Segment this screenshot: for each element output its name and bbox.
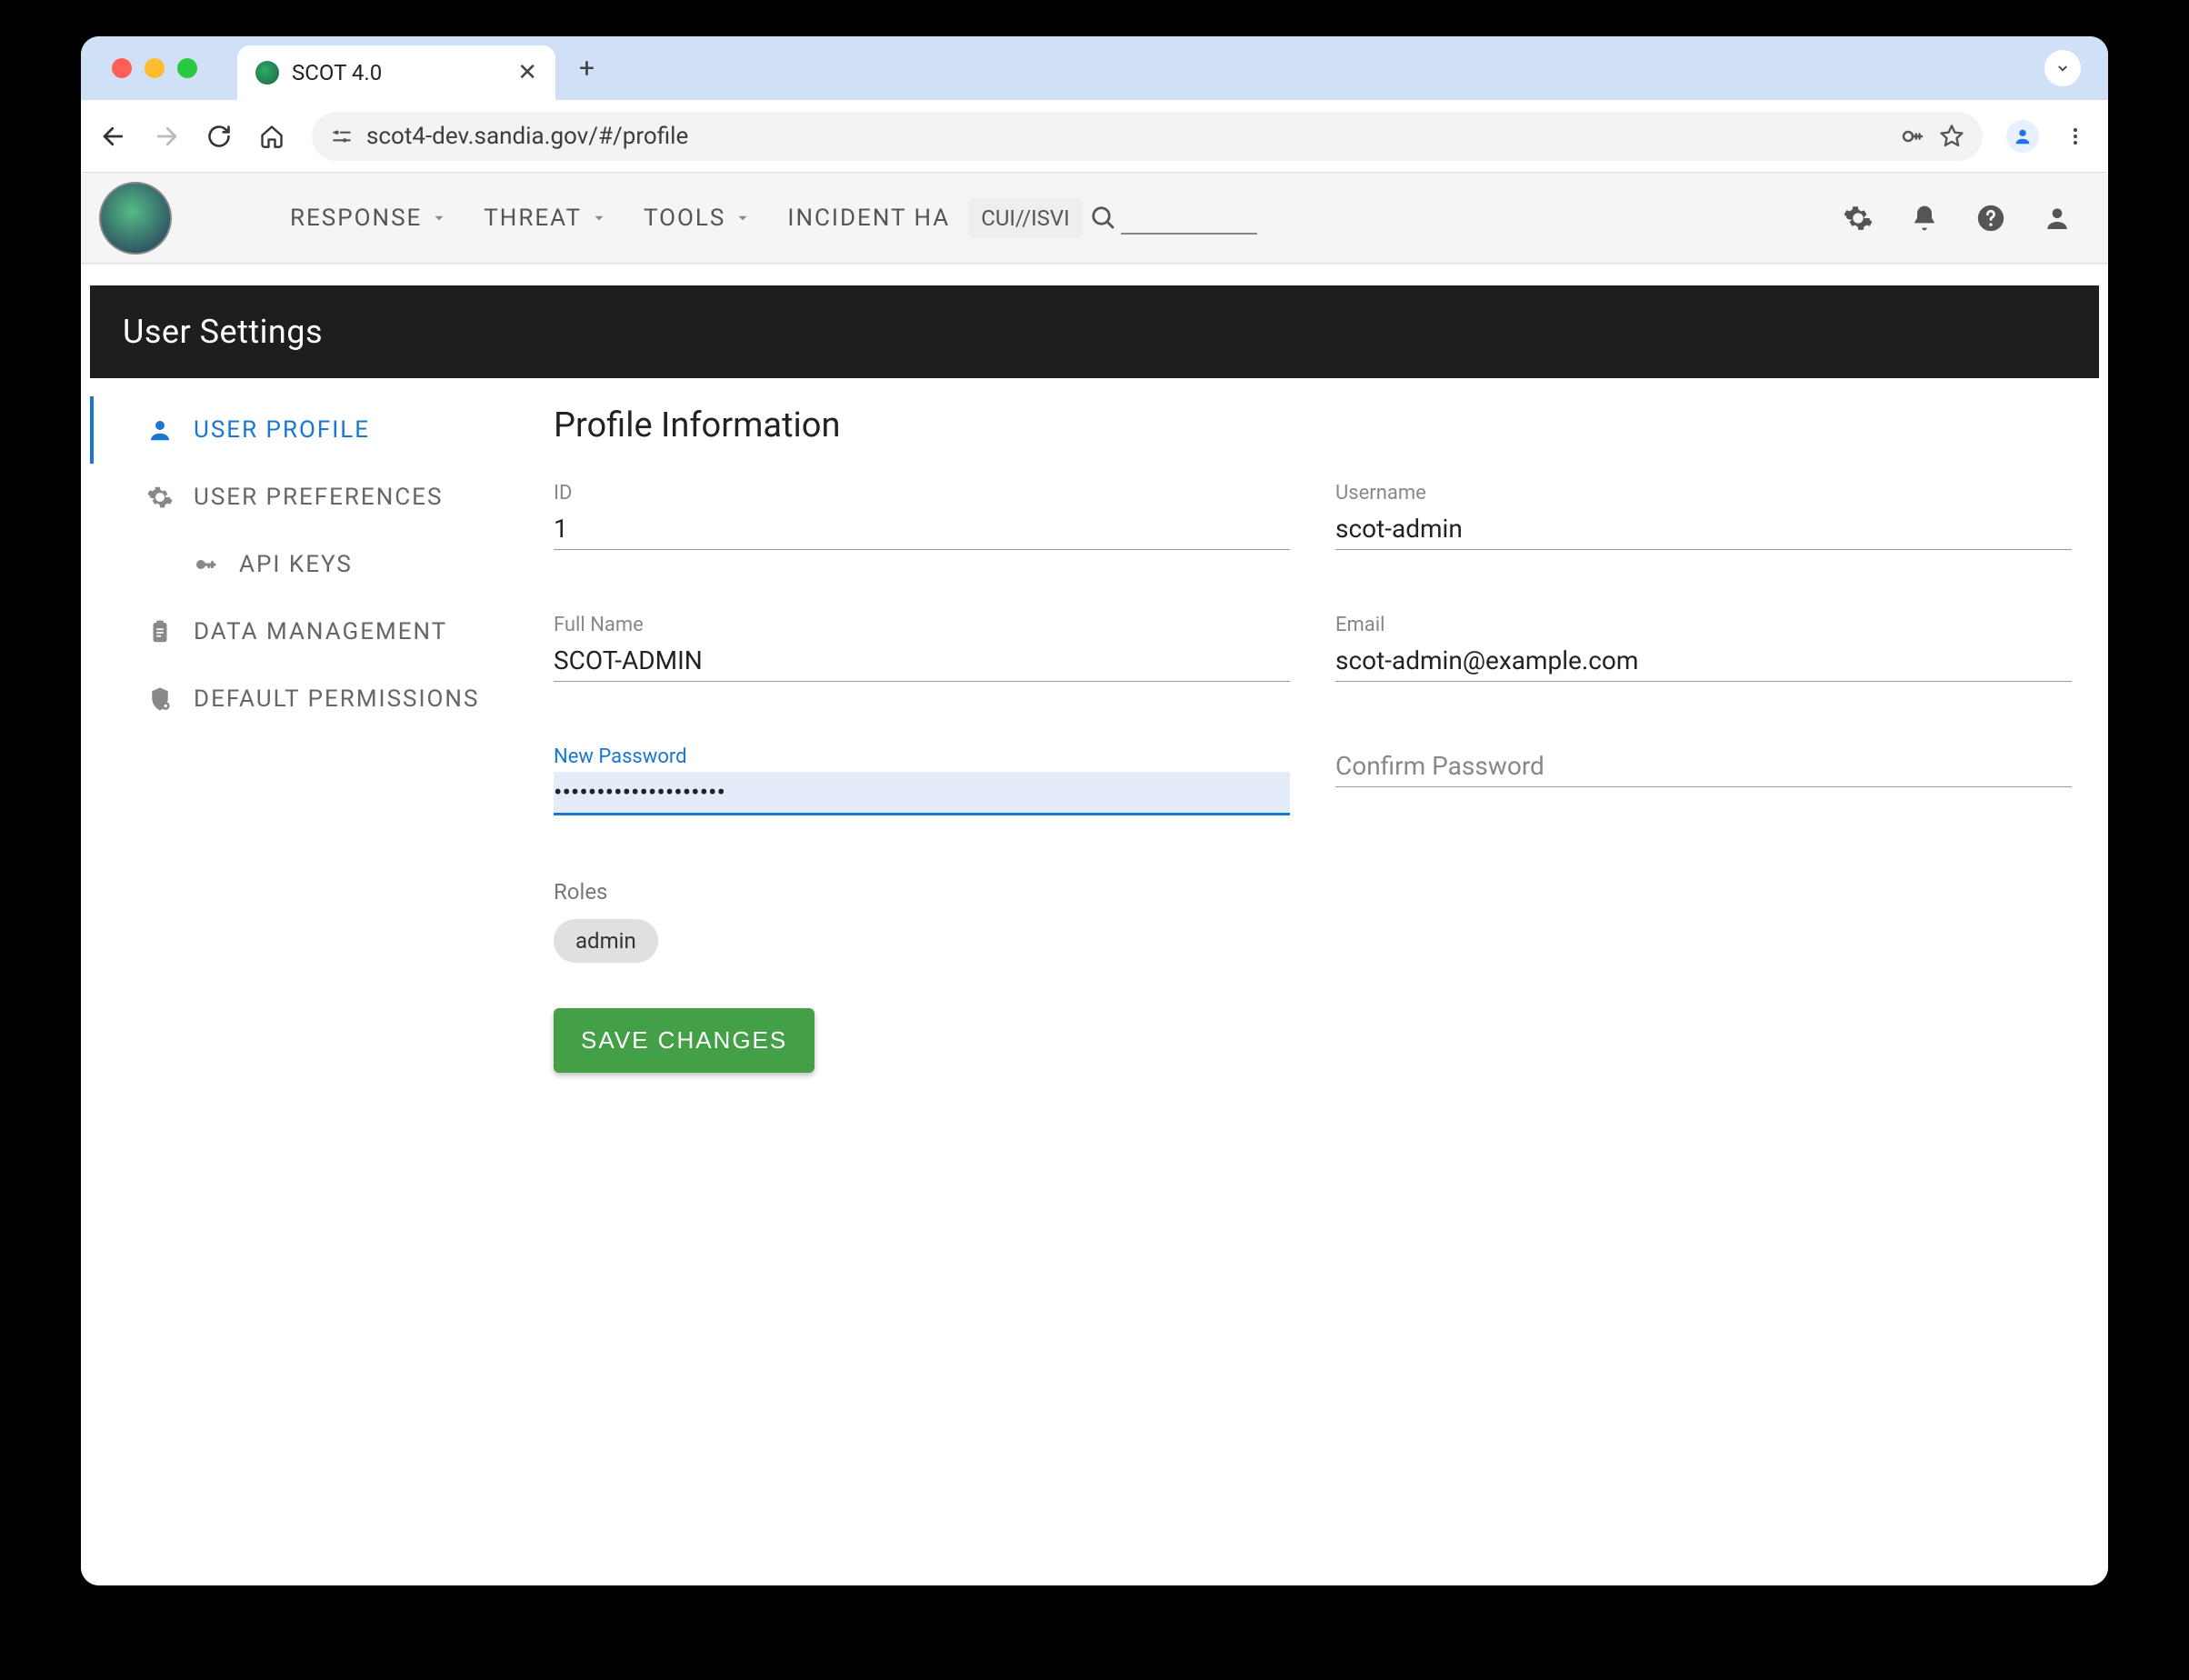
browser-menu[interactable]	[2054, 115, 2097, 158]
site-settings-icon[interactable]	[330, 125, 354, 148]
page-area: User Settings USER PROFILE USER PREFEREN…	[81, 264, 2108, 1585]
account-icon[interactable]	[2043, 204, 2072, 233]
bell-icon[interactable]	[1910, 204, 1939, 233]
home-icon	[259, 124, 285, 149]
field-label: Full Name	[554, 614, 1290, 636]
chevron-down-icon	[431, 210, 447, 226]
sidebar-item-label: USER PROFILE	[194, 416, 370, 444]
nav-tools[interactable]: TOOLS	[644, 205, 751, 232]
nav-threat[interactable]: THREAT	[484, 205, 607, 232]
password-key-icon[interactable]	[1899, 123, 1926, 150]
arrow-right-icon	[153, 123, 180, 150]
profile-form: ID Username Full Name Email	[554, 482, 2072, 963]
sidebar-item-default-permissions[interactable]: DEFAULT PERMISSIONS	[90, 665, 535, 733]
chevron-down-icon	[591, 210, 607, 226]
reload-icon	[206, 124, 232, 149]
roles-label: Roles	[554, 879, 2072, 905]
sidebar-item-user-profile[interactable]: USER PROFILE	[90, 396, 535, 464]
nav-forward-button[interactable]	[145, 115, 188, 158]
email-input[interactable]	[1335, 640, 2072, 682]
sidebar-item-api-keys[interactable]: API KEYS	[90, 531, 535, 598]
sidebar-item-label: API KEYS	[239, 551, 353, 578]
address-bar[interactable]: scot4-dev.sandia.gov/#/profile	[312, 112, 1983, 161]
person-icon	[145, 416, 175, 444]
arrow-left-icon	[100, 123, 127, 150]
app-logo[interactable]	[99, 182, 172, 255]
id-input[interactable]	[554, 508, 1290, 550]
reload-button[interactable]	[197, 115, 241, 158]
app-content: RESPONSE THREAT TOOLS INCIDENT HA CUI//I…	[81, 173, 2108, 1585]
panel-title: Profile Information	[554, 405, 2072, 445]
field-label: New Password	[554, 745, 1290, 768]
browser-toolbar: scot4-dev.sandia.gov/#/profile	[81, 100, 2108, 173]
field-confirm-password: Confirm Password	[1335, 745, 2072, 815]
browser-tab[interactable]: SCOT 4.0 ✕	[237, 45, 555, 100]
nav-response[interactable]: RESPONSE	[290, 205, 447, 232]
gear-icon	[145, 484, 175, 511]
main-panel: Profile Information ID Username Full Nam…	[535, 378, 2099, 1585]
search-input[interactable]	[1121, 202, 1257, 235]
field-label: Email	[1335, 614, 2072, 636]
nav-back-button[interactable]	[92, 115, 135, 158]
app-bar: RESPONSE THREAT TOOLS INCIDENT HA CUI//I…	[81, 173, 2108, 264]
url-text: scot4-dev.sandia.gov/#/profile	[366, 123, 1886, 150]
favicon-icon	[255, 61, 279, 85]
avatar-icon	[2006, 120, 2039, 153]
sidebar-item-label: DATA MANAGEMENT	[194, 618, 447, 645]
nav-incident[interactable]: INCIDENT HA	[787, 205, 950, 232]
star-icon[interactable]	[1939, 124, 1964, 149]
sidebar-item-label: USER PREFERENCES	[194, 484, 443, 511]
chevron-down-icon	[2054, 60, 2071, 76]
field-label: ID	[554, 482, 1290, 505]
profile-button[interactable]	[2001, 115, 2044, 158]
confirm-password-input[interactable]: Confirm Password	[1335, 745, 2072, 787]
clipboard-icon	[145, 618, 175, 645]
app-bar-icons	[1843, 203, 2090, 234]
page-title: User Settings	[90, 285, 2099, 378]
role-chip: admin	[554, 919, 658, 963]
window-close[interactable]	[112, 58, 132, 78]
field-roles: Roles admin	[554, 879, 2072, 963]
field-label: Username	[1335, 482, 2072, 505]
window-controls	[99, 58, 210, 78]
field-username: Username	[1335, 482, 2072, 550]
sidebar-item-data-management[interactable]: DATA MANAGEMENT	[90, 598, 535, 665]
username-input[interactable]	[1335, 508, 2072, 550]
field-new-password: New Password	[554, 745, 1290, 815]
key-icon	[190, 551, 221, 578]
shield-gear-icon	[145, 685, 175, 713]
home-button[interactable]	[250, 115, 294, 158]
field-id: ID	[554, 482, 1290, 550]
tabs-overflow[interactable]	[2044, 50, 2081, 86]
chevron-down-icon	[735, 210, 751, 226]
new-tab-button[interactable]: +	[565, 53, 609, 85]
field-email: Email	[1335, 614, 2072, 682]
gear-icon[interactable]	[1843, 203, 1874, 234]
tab-bar: SCOT 4.0 ✕ +	[81, 36, 2108, 100]
settings-body: USER PROFILE USER PREFERENCES API KEYS D…	[90, 378, 2099, 1585]
side-nav: USER PROFILE USER PREFERENCES API KEYS D…	[90, 378, 535, 1585]
fullname-input[interactable]	[554, 640, 1290, 682]
field-fullname: Full Name	[554, 614, 1290, 682]
sidebar-item-user-preferences[interactable]: USER PREFERENCES	[90, 464, 535, 531]
kebab-icon	[2064, 125, 2086, 147]
browser-window: SCOT 4.0 ✕ + scot4-dev.sandia	[81, 36, 2108, 1585]
window-maximize[interactable]	[177, 58, 197, 78]
help-icon[interactable]	[1975, 203, 2006, 234]
search-icon[interactable]	[1090, 205, 1117, 232]
window-minimize[interactable]	[145, 58, 165, 78]
sidebar-item-label: DEFAULT PERMISSIONS	[194, 685, 479, 713]
tab-title: SCOT 4.0	[292, 60, 505, 85]
browser-chrome: SCOT 4.0 ✕ + scot4-dev.sandia	[81, 36, 2108, 173]
new-password-input[interactable]	[554, 772, 1290, 815]
app-nav: RESPONSE THREAT TOOLS INCIDENT HA	[290, 205, 950, 232]
save-button[interactable]: SAVE CHANGES	[554, 1008, 815, 1073]
close-icon[interactable]: ✕	[517, 59, 537, 86]
classification-badge: CUI//ISVI	[968, 198, 1082, 238]
